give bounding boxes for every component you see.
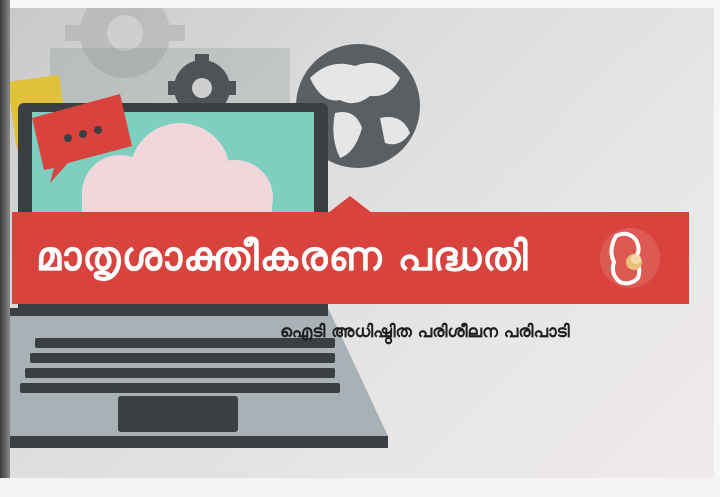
accent-triangle bbox=[328, 196, 372, 213]
mother-child-logo bbox=[600, 228, 660, 288]
poster-photo: മാതൃശാക്തീകരണ പദ്ധതി ഐടി അധിഷ്ഠിത പരിശീല… bbox=[0, 0, 720, 497]
poster-title: മാതൃശാക്തീകരണ പദ്ധതി bbox=[36, 234, 529, 280]
bottom-strip bbox=[0, 478, 720, 497]
poster-subtitle: ഐടി അധിഷ്ഠിത പരിശീലന പരിപാടി bbox=[280, 322, 570, 342]
left-edge-shadow bbox=[0, 0, 10, 497]
trackpad bbox=[118, 396, 238, 432]
